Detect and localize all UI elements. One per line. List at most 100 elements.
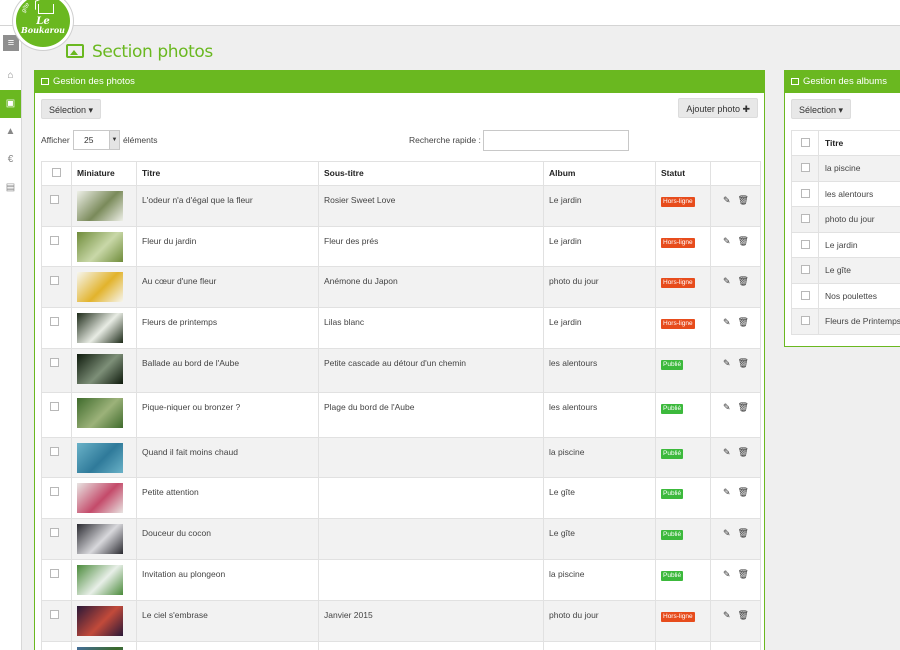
edit-pencil-icon[interactable]: ✎ [723,402,731,413]
album-row-checkbox[interactable] [791,308,819,335]
album-row-checkbox[interactable] [791,155,819,182]
row-checkbox[interactable] [41,307,72,349]
table-row[interactable]: Quand il fait moins chaud la piscine Publi… [41,437,761,478]
photo-thumbnail[interactable] [77,606,123,636]
trash-icon[interactable]: 🗑 [738,610,749,621]
photo-title: Le ciel s'embrase [136,600,319,642]
list-item[interactable]: photo du jour [791,206,900,233]
photo-thumbnail[interactable] [77,524,123,554]
edit-pencil-icon[interactable]: ✎ [723,569,731,580]
home-icon[interactable]: ⌂ [0,62,21,90]
photo-title: Fleur du jardin [136,226,319,267]
search-input[interactable] [483,130,629,151]
row-checkbox[interactable] [41,641,72,650]
table-row[interactable]: Invitation au plongeon la piscine Publié ✎ 🗑 [41,559,761,601]
photo-thumbnail[interactable] [77,398,123,428]
trash-icon[interactable]: 🗑 [738,528,749,539]
album-title: Le gîte [818,257,900,284]
euro-icon[interactable]: € [0,146,21,174]
edit-pencil-icon[interactable]: ✎ [723,276,731,287]
edit-pencil-icon[interactable]: ✎ [723,236,731,247]
column-header[interactable]: Album [543,161,656,186]
trash-icon[interactable]: 🗑 [738,195,749,206]
album-row-checkbox[interactable] [791,257,819,284]
row-checkbox[interactable] [41,348,72,393]
album-column-header[interactable]: Titre [818,130,900,156]
table-row[interactable]: Fleur du jardin Fleur des prés Le jardin Ho… [41,226,761,267]
column-header[interactable]: Statut [655,161,711,186]
edit-pencil-icon[interactable]: ✎ [723,317,731,328]
thumbnail-cell [71,600,137,642]
row-checkbox[interactable] [41,559,72,601]
column-header[interactable]: Miniature [71,161,137,186]
trash-icon[interactable]: 🗑 [738,447,749,458]
photos-table: Miniature Titre Sous-titre Album Statut … [41,161,761,650]
photos-icon[interactable]: ▣ [0,90,21,118]
table-row[interactable]: L'odeur n'a d'égal que la fleur Rosier Sw… [41,185,761,227]
table-row[interactable]: Douceur du cocon Le gîte Publié ✎ 🗑 [41,518,761,560]
trash-icon[interactable]: 🗑 [738,317,749,328]
trash-icon[interactable]: 🗑 [738,487,749,498]
edit-pencil-icon[interactable]: ✎ [723,358,731,369]
photo-thumbnail[interactable] [77,232,123,262]
trash-icon[interactable]: 🗑 [738,569,749,580]
list-item[interactable]: Fleurs de Printemps [791,308,900,335]
photo-thumbnail[interactable] [77,354,123,384]
list-item[interactable]: Le jardin [791,231,900,258]
row-checkbox[interactable] [41,477,72,519]
row-checkbox[interactable] [41,226,72,267]
table-row[interactable]: Quelle belle journée le jardinPublié✎🗑 [41,641,761,650]
status-cell: Publié [655,518,711,560]
table-row[interactable]: Petite attention Le gîte Publié ✎ 🗑 [41,477,761,519]
photo-thumbnail[interactable] [77,313,123,343]
road-icon[interactable]: ▲ [0,118,21,146]
status-cell: Publié [655,348,711,393]
album-row-checkbox[interactable] [791,282,819,309]
site-logo[interactable]: gîte Le Boukarou [13,0,73,50]
selection-dropdown[interactable]: Sélection ▾ [41,99,102,119]
table-row[interactable]: Au cœur d'une fleur Anémone du Japon photo… [41,266,761,308]
row-checkbox[interactable] [41,266,72,308]
trash-icon[interactable]: 🗑 [738,358,749,369]
actions-cell: ✎🗑 [710,348,761,393]
menu-toggle-icon[interactable]: ≡ [3,35,19,51]
row-checkbox[interactable] [41,437,72,478]
album-selection-dropdown[interactable]: Sélection ▾ [791,99,852,119]
album-row-checkbox[interactable] [791,231,819,258]
list-item[interactable]: les alentours [791,180,900,207]
edit-pencil-icon[interactable]: ✎ [723,195,731,206]
book-icon[interactable]: ▤ [0,174,21,202]
photo-thumbnail[interactable] [77,483,123,513]
album-row-checkbox[interactable] [791,206,819,233]
row-checkbox[interactable] [41,600,72,642]
album-row-checkbox[interactable] [791,180,819,207]
photo-thumbnail[interactable] [77,565,123,595]
table-row[interactable]: Fleurs de printemps Lilas blanc Le jardin H… [41,307,761,349]
album-select-all-checkbox[interactable] [791,130,819,156]
column-header[interactable]: Titre [136,161,319,186]
list-item[interactable]: Le gîte [791,257,900,284]
list-item[interactable]: Nos poulettes [791,282,900,309]
photo-thumbnail[interactable] [77,443,123,473]
actions-cell: ✎🗑 [710,307,761,349]
edit-pencil-icon[interactable]: ✎ [723,528,731,539]
row-checkbox[interactable] [41,518,72,560]
trash-icon[interactable]: 🗑 [738,402,749,413]
table-row[interactable]: Ballade au bord de l'Aube Petite cascade … [41,348,761,393]
select-all-checkbox[interactable] [41,161,72,186]
row-checkbox[interactable] [41,392,72,438]
page-size-select[interactable]: 25 ▼ [73,130,120,150]
list-item[interactable]: la piscine [791,155,900,182]
edit-pencil-icon[interactable]: ✎ [723,447,731,458]
add-photo-button[interactable]: Ajouter photo ✚ [678,98,758,118]
edit-pencil-icon[interactable]: ✎ [723,487,731,498]
table-row[interactable]: Le ciel s'embrase Janvier 2015 photo du jo… [41,600,761,642]
table-row[interactable]: Pique-niquer ou bronzer ? Plage du bord d… [41,392,761,438]
photo-thumbnail[interactable] [77,191,123,221]
trash-icon[interactable]: 🗑 [738,276,749,287]
column-header[interactable]: Sous-titre [318,161,544,186]
trash-icon[interactable]: 🗑 [738,236,749,247]
edit-pencil-icon[interactable]: ✎ [723,610,731,621]
row-checkbox[interactable] [41,185,72,227]
photo-thumbnail[interactable] [77,272,123,302]
